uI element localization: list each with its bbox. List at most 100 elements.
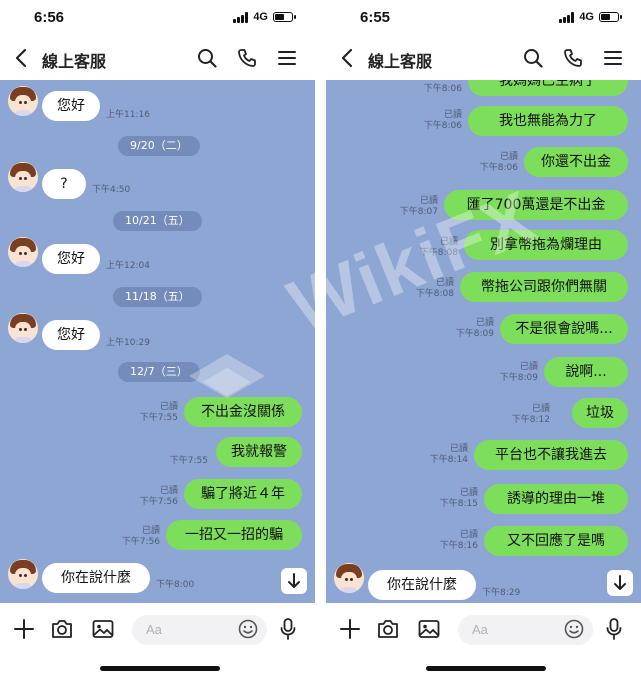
incoming-message[interactable]: 您好 [42,244,100,274]
read-receipt: 已讀 [159,486,178,496]
chat-header: 線上客服 [0,36,315,80]
status-indicators: 4G [233,11,296,23]
message-time: 下午8:09 [455,329,494,339]
avatar[interactable] [334,563,364,593]
chevron-left-icon [15,48,27,68]
arrow-down-icon [614,575,626,590]
back-button[interactable] [336,46,358,70]
scroll-to-bottom-button[interactable] [607,570,633,596]
outgoing-message[interactable]: 說啊... [544,357,628,387]
incoming-message[interactable]: ? [42,169,86,199]
outgoing-message[interactable]: 騙了將近４年 [184,479,302,509]
read-receipt: 已讀 [159,402,178,412]
message-list[interactable]: 您好 上午11:16 9/20（二） ? 下午4:50 10/21（五） 您好 … [0,80,315,603]
emoji-button[interactable] [236,617,260,641]
read-receipt: 已讀 [141,526,160,536]
signal-icon [559,11,575,23]
outgoing-message[interactable]: 我就報警 [216,437,302,467]
emoji-button[interactable] [562,617,586,641]
arrow-down-icon [288,573,300,588]
status-bar: 6:56 4G [0,0,315,36]
date-separator: 9/20（二） [118,136,200,156]
read-receipt: 已讀 [475,318,494,328]
message-time: 下午8:14 [429,455,468,465]
outgoing-message[interactable]: 你還不出金 [524,147,628,177]
status-indicators: 4G [559,11,622,23]
message-list[interactable]: 下午8:06 我媽媽已生病了 已讀 下午8:06 我也無能為力了 已讀 下午8:… [326,80,641,603]
camera-icon [52,620,72,638]
outgoing-message[interactable]: 不是很會說嗎... [500,314,628,344]
read-receipt: 已讀 [439,237,458,247]
message-time: 上午11:16 [106,110,150,120]
status-time: 6:55 [360,9,391,26]
menu-icon [278,51,296,65]
message-time: 下午7:55 [139,413,178,423]
outgoing-message[interactable]: 我媽媽已生病了 [468,80,628,96]
plus-icon [340,619,360,639]
search-button[interactable] [195,46,219,70]
date-separator: 12/7（三） [118,362,200,382]
battery-icon [273,12,296,22]
read-receipt: 已讀 [531,404,550,414]
message-time: 下午7:56 [139,497,178,507]
outgoing-message[interactable]: 幣拖公司跟你們無關 [460,272,628,302]
call-button[interactable] [235,46,259,70]
incoming-message[interactable]: 你在說什麼 [42,563,150,593]
chat-screen-right: 6:55 4G 線上客服 下午8:06 我媽媽已生病了 已讀 下午8:06 我也… [326,0,641,677]
avatar[interactable] [8,237,38,267]
outgoing-message[interactable]: 匯了700萬還是不出金 [444,190,628,220]
message-time: 下午8:00 [156,580,195,590]
outgoing-message[interactable]: 誘導的理由一堆 [484,484,628,514]
outgoing-message[interactable]: 別拿幣拖為爛理由 [464,230,628,260]
search-button[interactable] [521,46,545,70]
outgoing-message[interactable]: 我也無能為力了 [468,106,628,136]
outgoing-message[interactable]: 又不回應了是嗎 [484,526,628,556]
voice-button[interactable] [602,617,626,641]
image-icon [418,620,440,638]
message-time: 下午8:15 [439,499,478,509]
outgoing-message[interactable]: 一招又一招的騙 [166,520,302,550]
incoming-message[interactable]: 你在說什麼 [368,570,476,600]
gallery-button[interactable] [91,617,115,641]
camera-button[interactable] [50,617,74,641]
date-separator: 10/21（五） [113,211,202,231]
microphone-icon [606,618,622,640]
avatar[interactable] [8,313,38,343]
message-time: 下午8:16 [439,541,478,551]
outgoing-message[interactable]: 平台也不讓我進去 [474,440,628,470]
menu-button[interactable] [601,46,625,70]
outgoing-message[interactable]: 垃圾 [572,398,628,428]
add-button[interactable] [12,617,36,641]
incoming-message[interactable]: 您好 [42,320,100,350]
incoming-message[interactable]: 您好 [42,91,100,121]
message-time: 下午8:06 [423,121,462,131]
home-indicator [426,666,546,671]
message-time: 下午8:08 [419,248,458,258]
chat-screen-left: 6:56 4G 線上客服 您好 上午11:16 9/20（二） ? 下午4:50 [0,0,315,677]
menu-icon [604,51,622,65]
avatar[interactable] [8,86,38,116]
date-separator: 11/18（五） [113,287,202,307]
avatar[interactable] [8,162,38,192]
camera-button[interactable] [376,617,400,641]
message-time: 下午8:06 [479,163,518,173]
menu-button[interactable] [275,46,299,70]
add-button[interactable] [338,617,362,641]
phone-icon [564,49,582,67]
signal-icon [233,11,249,23]
microphone-icon [280,618,296,640]
phone-icon [238,49,256,67]
call-button[interactable] [561,46,585,70]
gallery-button[interactable] [417,617,441,641]
scroll-to-bottom-button[interactable] [281,568,307,594]
voice-button[interactable] [276,617,300,641]
home-indicator [100,666,220,671]
message-time: 下午8:09 [499,373,538,383]
network-label: 4G [253,11,268,23]
outgoing-message[interactable]: 不出金沒關係 [184,397,302,427]
back-button[interactable] [10,46,32,70]
search-icon [524,49,543,68]
avatar[interactable] [8,559,38,589]
read-receipt: 已讀 [459,488,478,498]
network-label: 4G [579,11,594,23]
